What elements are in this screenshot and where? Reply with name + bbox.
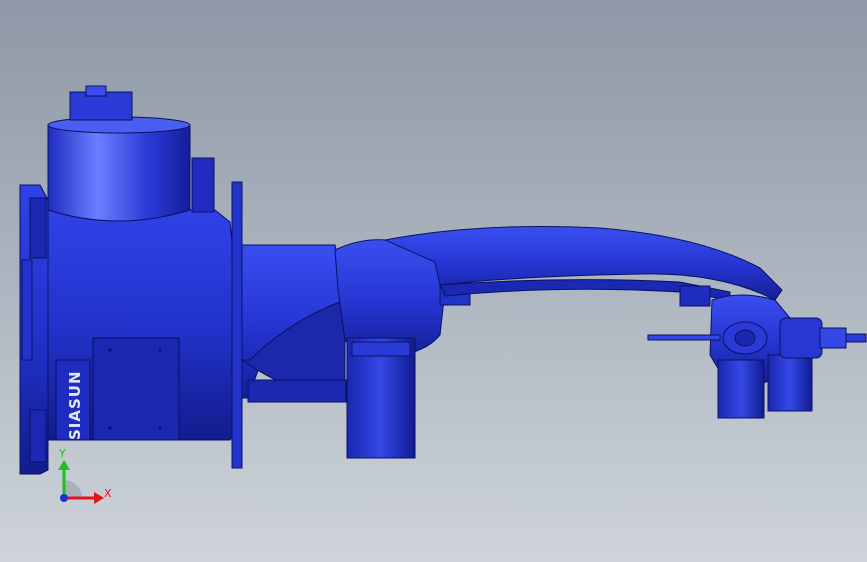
wrist-motor-a: [717, 359, 765, 419]
shoulder-link: [240, 244, 347, 403]
elbow-motor: [346, 337, 416, 459]
j1-cylinder: [47, 85, 215, 222]
tool-flange: [819, 327, 847, 349]
brand-logo-text: SIASUN: [66, 370, 84, 440]
triad-origin: [60, 494, 68, 502]
base-flange: [19, 184, 49, 475]
wrist-motor-b: [767, 354, 813, 412]
base-access-panel: [92, 337, 180, 441]
j1-flange-plate: [231, 181, 243, 469]
tool-stylus: [647, 334, 721, 341]
cad-graphics-viewport[interactable]: SIASUN Y X: [0, 0, 867, 562]
upper-arm: [383, 226, 783, 301]
x-axis-label: X: [104, 487, 112, 500]
robot-model-view[interactable]: SIASUN Y X: [0, 0, 867, 562]
y-axis-label: Y: [58, 447, 66, 460]
wrist-assembly: [647, 285, 867, 419]
coordinate-triad: Y X: [58, 447, 112, 504]
